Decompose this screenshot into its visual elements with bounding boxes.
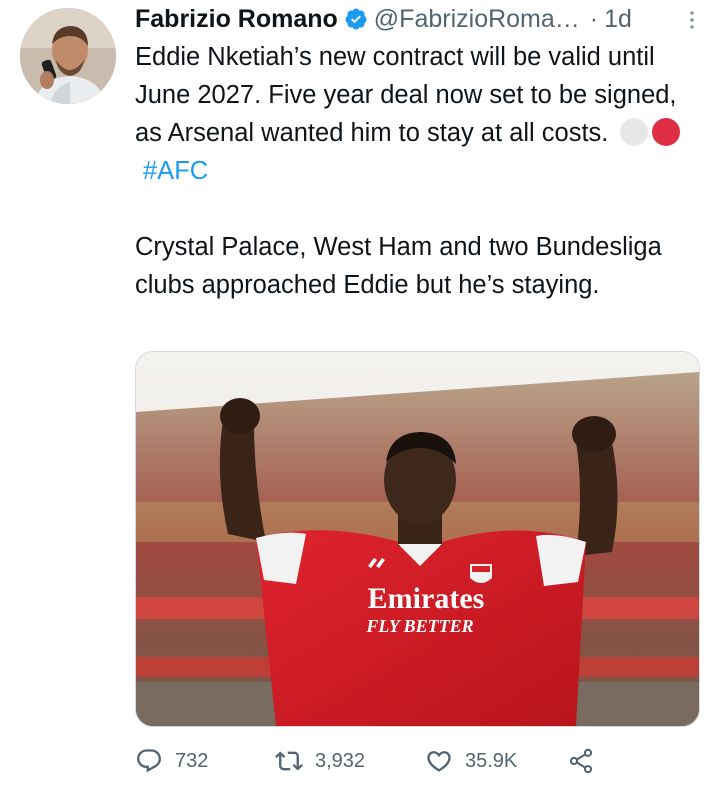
player-celebration-photo: Emirates FLY BETTER: [136, 352, 699, 726]
reply-icon: [137, 749, 161, 773]
like-button[interactable]: 35.9K: [425, 742, 517, 780]
avatar-photo: [20, 8, 116, 104]
tweet-paragraph-2: Crystal Palace, West Ham and two Bundesl…: [135, 233, 662, 299]
reply-count: 732: [175, 749, 209, 772]
share-button[interactable]: [567, 742, 607, 780]
retweet-button[interactable]: 3,932: [275, 742, 365, 780]
tweet-paragraph-1-text: Eddie Nketiah’s new contract will be val…: [135, 43, 677, 147]
tweet-body: Eddie Nketiah’s new contract will be val…: [135, 38, 705, 304]
share-icon: [569, 748, 593, 774]
author-handle[interactable]: @FabrizioRoma…: [374, 5, 580, 34]
heart-icon: [427, 751, 451, 772]
tweet-timestamp[interactable]: 1d: [604, 5, 632, 34]
retweet-icon: [275, 751, 303, 771]
red-circle-emoji-icon: [651, 118, 680, 146]
retweet-count: 3,932: [315, 749, 366, 772]
author-avatar[interactable]: [20, 8, 116, 104]
more-options-icon[interactable]: [684, 8, 700, 32]
white-circle-emoji-icon: [619, 118, 648, 146]
reply-button[interactable]: 732: [135, 742, 208, 780]
shirt-sponsor-text: Emirates: [368, 582, 485, 615]
shirt-slogan-text: FLY BETTER: [365, 616, 473, 636]
hashtag-link[interactable]: #AFC: [143, 157, 208, 185]
verified-badge-icon: [345, 8, 367, 30]
author-name[interactable]: Fabrizio Romano: [135, 5, 338, 34]
tweet-media-image[interactable]: Emirates FLY BETTER: [135, 351, 700, 727]
tweet-action-bar: 732 3,932 35.9K: [135, 742, 615, 780]
tweet-header: Fabrizio Romano @FabrizioRoma… · 1d: [135, 4, 700, 34]
tweet-paragraph-1: Eddie Nketiah’s new contract will be val…: [135, 38, 705, 190]
like-count: 35.9K: [465, 749, 518, 772]
separator-dot: ·: [589, 4, 599, 33]
